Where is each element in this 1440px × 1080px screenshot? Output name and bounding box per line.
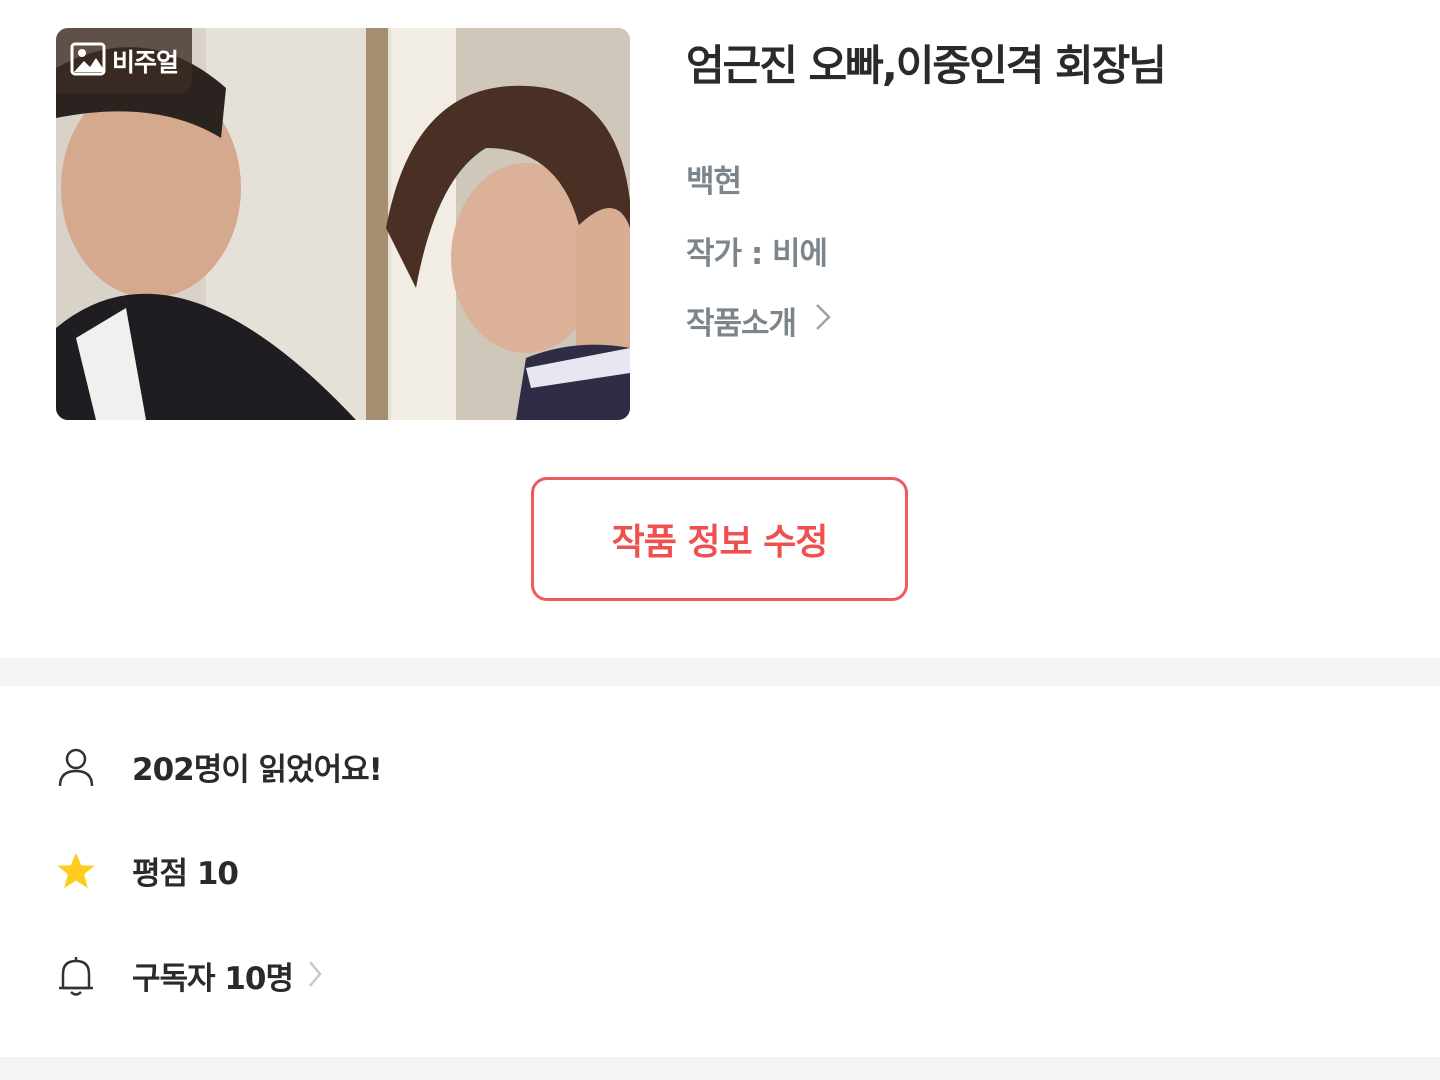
cover-image[interactable]: 비주얼 [56, 28, 630, 420]
image-icon [70, 42, 106, 80]
chevron-right-icon [814, 302, 832, 340]
work-intro-label: 작품소개 [686, 306, 797, 342]
visual-badge-label: 비주얼 [112, 48, 179, 77]
section-divider [0, 1057, 1440, 1080]
author-name: 작가 : 비에 [686, 236, 828, 272]
readers-row: 202명이 읽었어요! [56, 744, 383, 789]
rating-value: 평점 10 [132, 856, 239, 892]
person-icon [56, 745, 96, 789]
subscribers-count: 구독자 10명 [132, 961, 294, 997]
star-icon [56, 849, 96, 893]
rating-row: 평점 10 [56, 848, 239, 893]
section-divider [0, 658, 1440, 686]
chevron-right-icon [307, 959, 323, 993]
visual-badge[interactable]: 비주얼 [56, 28, 193, 94]
work-intro-link[interactable]: 작품소개 [686, 298, 832, 343]
character-name: 백현 [686, 164, 742, 200]
edit-work-info-button[interactable]: 작품 정보 수정 [531, 477, 908, 601]
work-title: 엄근진 오빠,이중인격 회장님 [686, 41, 1167, 90]
bell-icon [56, 954, 96, 998]
work-info: 엄근진 오빠,이중인격 회장님 백현 작가 : 비에 작품소개 [686, 36, 1406, 342]
readers-count: 202명이 읽었어요! [132, 752, 383, 788]
subscribers-row[interactable]: 구독자 10명 [56, 953, 323, 998]
